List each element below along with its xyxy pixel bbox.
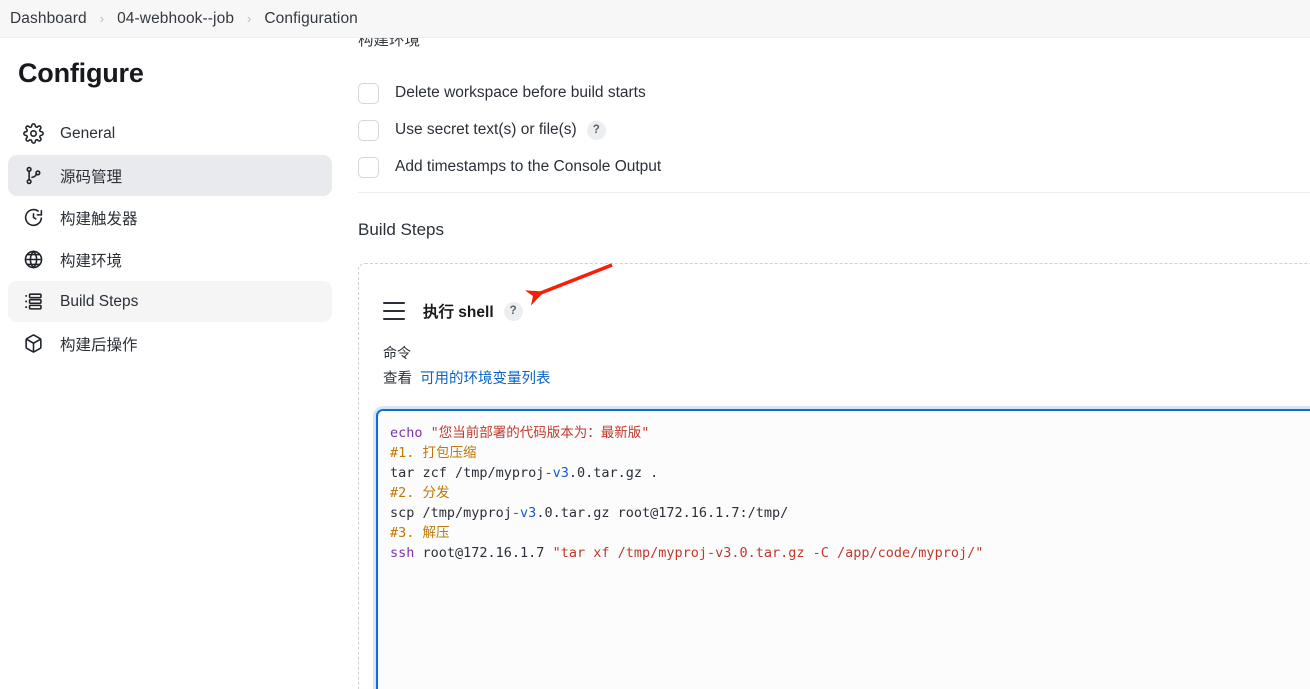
sidebar-item-source-code-management[interactable]: 源码管理	[8, 155, 332, 196]
build-step-title: 执行 shell	[423, 304, 494, 321]
list-icon	[22, 291, 44, 313]
sidebar-item-label: Build Steps	[60, 292, 139, 310]
command-textarea-content[interactable]: echo "您当前部署的代码版本为：最新版" #1. 打包压缩 tar zcf …	[378, 411, 1310, 563]
build-environment-options: Delete workspace before build starts Use…	[358, 76, 918, 187]
checkbox-use-secret-text[interactable]	[358, 119, 379, 141]
sidebar-item-post-build-actions[interactable]: 构建后操作	[8, 323, 332, 364]
page-title: Configure	[18, 58, 144, 88]
sidebar-item-build-environment[interactable]: 构建环境	[8, 239, 332, 280]
breadcrumb: Dashboard › 04-webhook--job › Configurat…	[0, 0, 1310, 38]
main-content: 构建环境 Delete workspace before build start…	[340, 38, 1310, 689]
checkbox-row-use-secret-text[interactable]: Use secret text(s) or file(s) ?	[358, 113, 918, 147]
breadcrumb-item-dashboard[interactable]: Dashboard	[10, 10, 87, 28]
build-step-card: 执行 shell ? 命令 查看 可用的环境变量列表 echo "您当前部署的代…	[358, 263, 1310, 689]
help-icon[interactable]: ?	[586, 120, 606, 140]
sidebar-item-label: General	[60, 124, 116, 142]
sidebar-item-label: 构建后操作	[60, 336, 138, 354]
env-variables-link[interactable]: 可用的环境变量列表	[420, 371, 551, 387]
command-label: 命令	[383, 345, 411, 361]
gear-icon	[22, 123, 44, 145]
breadcrumb-item-job[interactable]: 04-webhook--job	[117, 10, 234, 28]
drag-handle-icon[interactable]	[383, 302, 405, 320]
globe-icon	[22, 249, 44, 271]
build-step-header: 执行 shell ?	[383, 297, 1310, 325]
checkbox-label: Add timestamps to the Console Output	[395, 158, 662, 175]
checkbox-label: Delete workspace before build starts	[395, 84, 646, 101]
sidebar-nav: General 源码管理 构建触发器 构建环境 Build Steps 构建后操…	[0, 113, 340, 364]
sidebar-item-build-steps[interactable]: Build Steps	[8, 281, 332, 322]
checkbox-label: Use secret text(s) or file(s)	[395, 121, 577, 138]
sidebar-item-label: 构建触发器	[60, 210, 138, 228]
checkbox-row-delete-workspace[interactable]: Delete workspace before build starts	[358, 76, 918, 110]
env-link-prefix: 查看	[383, 371, 412, 387]
build-steps-heading: Build Steps	[358, 220, 444, 239]
checkbox-row-add-timestamps[interactable]: Add timestamps to the Console Output	[358, 150, 918, 184]
checkbox-add-timestamps[interactable]	[358, 156, 379, 178]
help-icon[interactable]: ?	[503, 301, 523, 321]
sidebar-item-general[interactable]: General	[8, 113, 332, 154]
package-icon	[22, 333, 44, 355]
sidebar-item-build-triggers[interactable]: 构建触发器	[8, 197, 332, 238]
env-variables-link-row: 查看 可用的环境变量列表	[383, 367, 1310, 388]
section-divider	[358, 192, 1310, 193]
checkbox-delete-workspace[interactable]	[358, 82, 379, 104]
breadcrumb-separator-icon: ›	[247, 11, 252, 26]
command-textarea[interactable]: echo "您当前部署的代码版本为：最新版" #1. 打包压缩 tar zcf …	[376, 409, 1310, 689]
build-environment-heading: 构建环境	[358, 38, 421, 49]
sidebar-item-label: 构建环境	[60, 252, 123, 270]
sidebar-item-label: 源码管理	[60, 168, 123, 186]
sidebar: Configure General 源码管理 构建触发器 构建环境 Build …	[0, 38, 340, 689]
breadcrumb-separator-icon: ›	[99, 11, 105, 26]
breadcrumb-item-configuration[interactable]: Configuration	[264, 10, 358, 28]
clock-icon	[22, 207, 44, 229]
git-branch-icon	[22, 165, 44, 187]
